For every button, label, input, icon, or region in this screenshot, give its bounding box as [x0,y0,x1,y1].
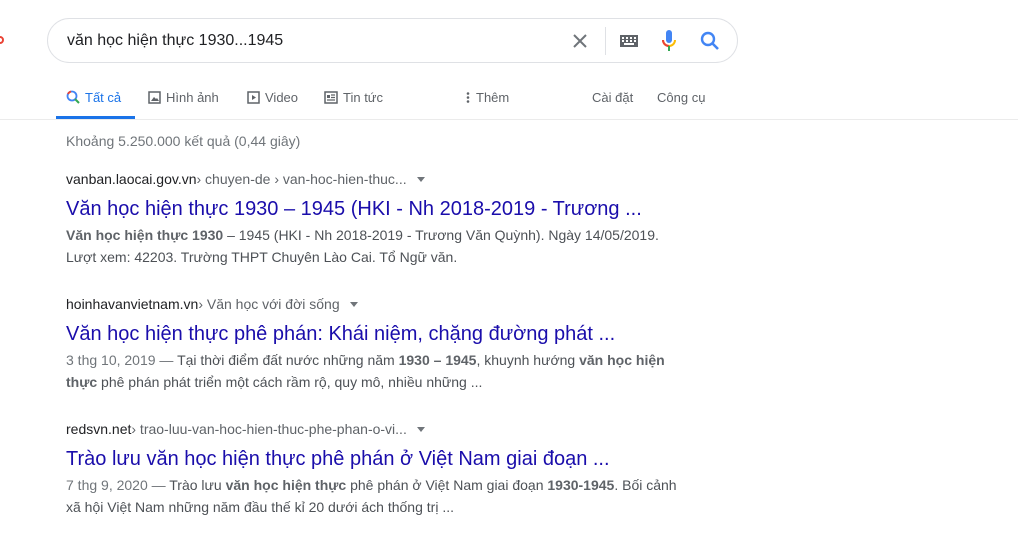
search-icon [66,90,80,104]
result-url[interactable]: vanban.laocai.gov.vn › chuyen-de › van-h… [66,169,686,189]
result-stats: Khoảng 5.250.000 kết quả (0,44 giây) [66,133,301,149]
tab-images[interactable]: Hình ảnh [148,88,219,106]
divider [0,119,1018,120]
search-result: vanban.laocai.gov.vn › chuyen-de › van-h… [66,169,686,268]
tab-label: Tất cả [85,89,122,105]
clear-icon[interactable] [570,31,590,51]
tab-video[interactable]: Video [247,88,298,106]
result-snippet: 7 thg 9, 2020 — Trào lưu văn học hiện th… [66,474,686,518]
snippet-text: , khuynh hướng [476,352,580,368]
snippet-bold: văn học hiện thực [225,477,347,493]
result-title[interactable]: Văn học hiện thực 1930 – 1945 (HKI - Nh … [66,196,686,222]
snippet-bold: 1930 – 1945 [398,352,477,368]
search-result: redsvn.net › trao-luu-van-hoc-hien-thuc-… [66,419,686,518]
result-path: › chuyen-de › van-hoc-hien-thuc... [196,171,407,187]
tab-all[interactable]: Tất cả [66,88,121,106]
tools-button[interactable]: Công cụ [657,88,705,106]
result-domain: vanban.laocai.gov.vn [66,171,197,187]
keyboard-icon[interactable] [619,33,639,49]
snippet-text: phê phán ở Việt Nam giai đoạn [346,477,548,493]
more-vert-icon [466,91,470,103]
snippet-bold: Văn học hiện thực 1930 [66,227,224,243]
tab-label: Video [265,89,299,105]
snippet-text: Trào lưu [169,477,226,493]
result-snippet: 3 thg 10, 2019 — Tại thời điểm đất nước … [66,349,686,393]
tab-more[interactable]: Thêm [465,88,509,106]
tab-news[interactable]: Tin tức [324,88,383,106]
search-input[interactable] [67,30,547,52]
tab-label: Tin tức [343,89,384,105]
result-date: 7 thg 9, 2020 — [66,477,170,493]
snippet-text: Tại thời điểm đất nước những năm [177,352,399,368]
search-box [47,18,738,63]
result-domain: hoinhavanvietnam.vn [66,296,199,312]
search-tabs: Tất cả Hình ảnh Video Tin tức Thêm Cài đ… [0,88,1018,120]
search-result: hoinhavanvietnam.vn › Văn học với đời số… [66,294,686,393]
video-icon [247,90,260,104]
result-path: › trao-luu-van-hoc-hien-thuc-phe-phan-o-… [131,421,407,437]
snippet-text: phê phán phát triển một cách rầm rộ, quy… [97,374,483,390]
result-path: › Văn học với đời sống [198,296,340,312]
result-title[interactable]: Văn học hiện thực phê phán: Khái niệm, c… [66,321,686,347]
caret-down-icon[interactable] [416,426,425,432]
result-title[interactable]: Trào lưu văn học hiện thực phê phán ở Vi… [66,446,686,472]
microphone-icon[interactable] [658,29,680,53]
divider [605,27,606,55]
search-icon[interactable] [698,29,722,53]
result-url[interactable]: hoinhavanvietnam.vn › Văn học với đời số… [66,294,686,314]
caret-down-icon[interactable] [416,176,425,182]
tab-label: Hình ảnh [166,89,219,105]
result-domain: redsvn.net [66,421,132,437]
result-snippet: Văn học hiện thực 1930 – 1945 (HKI - Nh … [66,224,686,268]
snippet-bold: 1930-1945 [547,477,615,493]
result-url[interactable]: redsvn.net › trao-luu-van-hoc-hien-thuc-… [66,419,686,439]
caret-down-icon[interactable] [349,301,358,307]
result-date: 3 thg 10, 2019 — [66,352,178,368]
image-icon [148,90,161,104]
settings-button[interactable]: Cài đặt [592,88,633,106]
google-logo-fragment[interactable] [0,36,4,44]
news-icon [324,90,338,104]
tab-label: Thêm [476,89,510,105]
